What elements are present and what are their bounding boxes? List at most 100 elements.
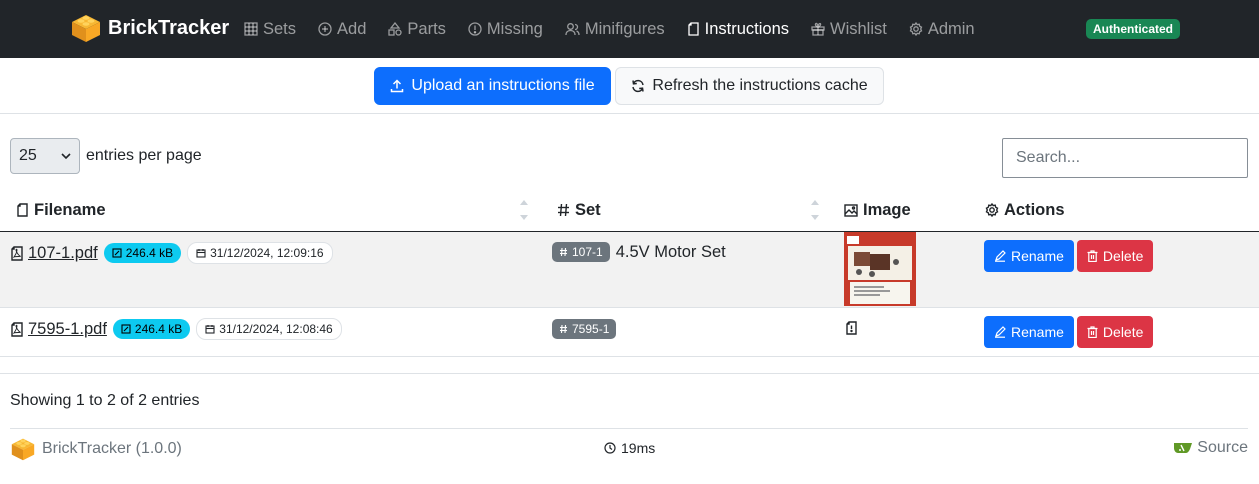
filename: 107-1.pdf	[28, 243, 98, 262]
file-icon	[17, 203, 28, 217]
brand-name: BrickTracker	[108, 16, 230, 39]
nav-item-missing[interactable]: Missing	[468, 0, 543, 58]
nav-label: Admin	[927, 19, 975, 38]
sort-icon	[811, 200, 819, 220]
column-header-set[interactable]: Set	[557, 188, 601, 232]
rename-button[interactable]: Rename	[984, 316, 1074, 348]
column-header-image: Image	[844, 188, 911, 232]
error-circle-icon	[468, 22, 482, 36]
column-label: Set	[575, 200, 601, 219]
column-label: Actions	[1004, 200, 1065, 219]
nav-item-add[interactable]: Add	[318, 0, 366, 58]
grid-icon	[244, 22, 258, 36]
nav-item-minifigures[interactable]: Minifigures	[565, 0, 665, 58]
table-row: 107-1.pdf 246.4 kB 31/12/2024, 12:09:16 …	[0, 232, 1259, 308]
clock-icon	[604, 442, 616, 454]
file-icon	[687, 22, 699, 36]
nav-item-wishlist[interactable]: Wishlist	[811, 0, 887, 58]
nav-item-admin[interactable]: Admin	[909, 0, 975, 58]
nav-label: Parts	[407, 19, 446, 38]
cog-icon	[909, 22, 923, 36]
set-image[interactable]	[844, 232, 916, 306]
rename-button[interactable]: Rename	[984, 240, 1074, 272]
calendar-icon	[196, 249, 206, 258]
trash-icon	[1087, 326, 1098, 338]
table-header: Filename Set Image Actions	[0, 188, 1259, 232]
rename-label: Rename	[1011, 324, 1064, 340]
refresh-label: Refresh the instructions cache	[652, 77, 868, 94]
set-id: 7595-1	[572, 322, 610, 336]
calendar-icon	[205, 325, 215, 334]
nav-item-parts[interactable]: Parts	[388, 0, 446, 58]
pdf-file-icon	[11, 321, 23, 337]
navbar: BrickTracker Sets Add Parts Missing Mini…	[0, 0, 1259, 58]
search-input[interactable]: Search...	[1002, 138, 1248, 178]
render-time-value: 19ms	[621, 440, 656, 456]
source-label: Source	[1197, 439, 1248, 456]
upload-icon	[391, 79, 404, 93]
file-size-badge: 246.4 kB	[103, 243, 182, 263]
plus-circle-icon	[318, 22, 332, 36]
filename: 7595-1.pdf	[28, 319, 107, 338]
shapes-icon	[388, 22, 403, 36]
file-size: 246.4 kB	[125, 246, 174, 260]
cog-icon	[985, 203, 999, 217]
column-label: Filename	[34, 200, 106, 219]
instruction-file-link[interactable]: 7595-1.pdf	[10, 320, 107, 339]
file-date-badge: 31/12/2024, 12:09:16	[187, 242, 333, 264]
nav-item-sets[interactable]: Sets	[244, 0, 296, 58]
column-header-filename[interactable]: Filename	[16, 188, 106, 232]
footer-brand: BrickTracker (1.0.0)	[10, 437, 182, 461]
pagination-info: Showing 1 to 2 of 2 entries	[10, 392, 200, 409]
file-size-icon	[112, 248, 122, 258]
render-time: 19ms	[604, 440, 655, 456]
image-icon	[844, 203, 858, 217]
hash-icon	[558, 203, 569, 217]
nav-item-instructions[interactable]: Instructions	[687, 0, 789, 58]
nav-label: Sets	[263, 19, 297, 38]
footer: BrickTracker (1.0.0) 19ms Source	[10, 428, 1248, 472]
file-date: 31/12/2024, 12:08:46	[219, 322, 333, 336]
lego-brick-icon	[72, 15, 100, 42]
delete-button[interactable]: Delete	[1076, 316, 1154, 348]
delete-label: Delete	[1102, 324, 1144, 340]
set-badge[interactable]: 107-1	[552, 242, 610, 262]
table-row: 7595-1.pdf 246.4 kB 31/12/2024, 12:08:46…	[0, 308, 1259, 357]
refresh-cache-button[interactable]: Refresh the instructions cache	[615, 67, 884, 105]
instruction-file-link[interactable]: 107-1.pdf	[10, 244, 98, 263]
sort-icon	[520, 200, 528, 220]
delete-button[interactable]: Delete	[1076, 240, 1154, 272]
set-badge[interactable]: 7595-1	[552, 319, 617, 339]
source-link[interactable]: Source	[1169, 439, 1248, 457]
auth-status-badge: Authenticated	[1086, 19, 1181, 39]
set-id: 107-1	[572, 245, 603, 259]
file-size: 246.4 kB	[134, 322, 183, 336]
column-header-actions: Actions	[985, 188, 1065, 232]
page-size-value: 25	[19, 147, 37, 164]
brand-link[interactable]: BrickTracker	[70, 13, 229, 43]
missing-image-icon	[846, 321, 857, 335]
set-name: 4.5V Motor Set	[615, 242, 726, 261]
pencil-icon	[995, 250, 1006, 262]
search-placeholder: Search...	[1016, 149, 1081, 166]
table-footer-divider	[0, 373, 1259, 374]
delete-label: Delete	[1102, 248, 1144, 264]
nav-label: Instructions	[704, 19, 789, 38]
refresh-icon	[632, 79, 645, 93]
entries-per-page: 25 entries per page	[10, 138, 202, 174]
hash-icon	[560, 324, 567, 334]
nav-label: Minifigures	[584, 19, 665, 38]
hash-icon	[560, 247, 567, 257]
lego-brick-icon	[11, 438, 35, 461]
footer-brand-label: BrickTracker (1.0.0)	[42, 440, 182, 457]
pencil-icon	[995, 326, 1006, 338]
file-size-badge: 246.4 kB	[112, 319, 191, 339]
nav-label: Missing	[486, 19, 543, 38]
page-size-select[interactable]: 25	[10, 138, 80, 174]
group-icon	[565, 23, 580, 36]
upload-instructions-button[interactable]: Upload an instructions file	[374, 67, 611, 105]
set-box-art-image	[844, 232, 916, 306]
nav-label: Wishlist	[830, 19, 887, 38]
rename-label: Rename	[1011, 248, 1064, 264]
gift-icon	[811, 22, 825, 36]
